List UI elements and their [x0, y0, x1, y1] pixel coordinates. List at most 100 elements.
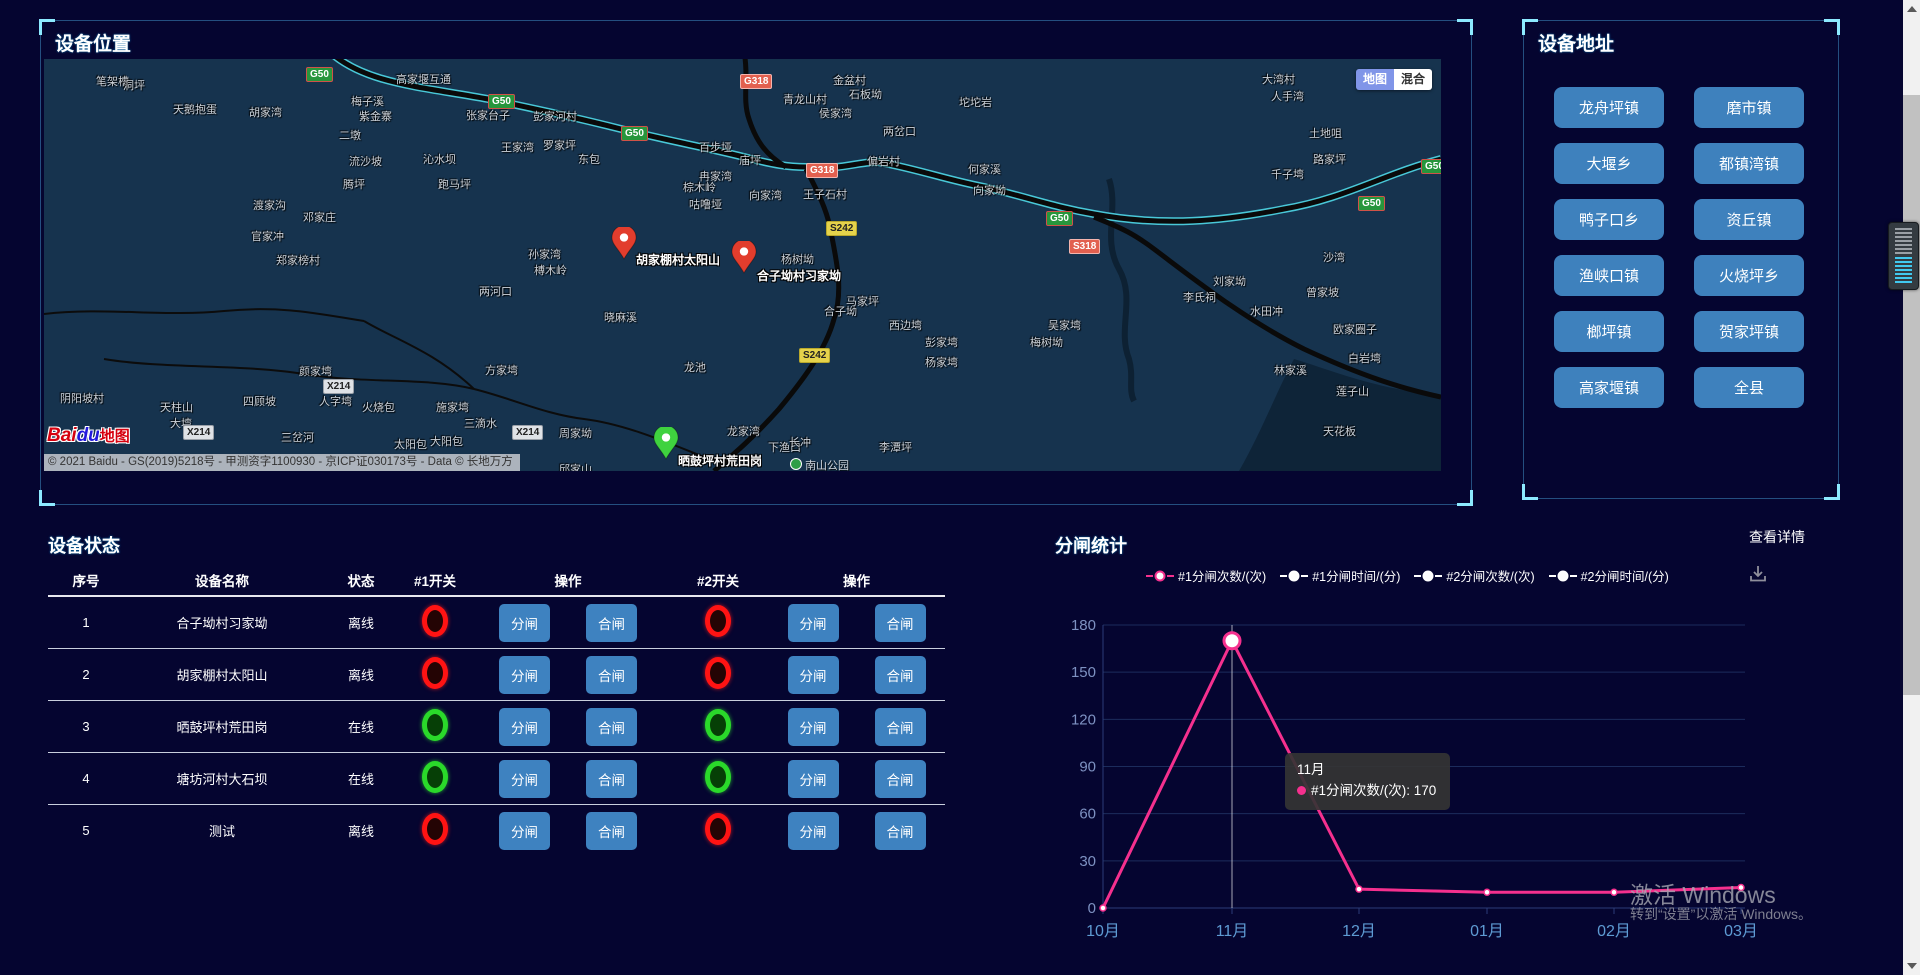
map-place-label: 胡家湾	[249, 104, 282, 120]
road-shield-G50: G50	[306, 67, 333, 82]
open-switch-button[interactable]: 分闸	[499, 812, 550, 850]
close-switch-button[interactable]: 合闸	[875, 812, 926, 850]
column-header: 序号	[48, 570, 124, 590]
open-switch-button[interactable]: 分闸	[788, 760, 839, 798]
map-place-label: 莲子山	[1336, 383, 1369, 399]
baidu-map[interactable]: 笔架槽洞坪天鹅抱蛋胡家湾高家堰互通梅子溪紫金寨二墩流沙坡沁水坝腾坪跑马坪渡家沟邓…	[44, 59, 1441, 471]
map-place-label: 三滴水	[464, 415, 497, 431]
map-place-label: 洞坪	[123, 77, 145, 93]
map-place-label: 天鹅抱蛋	[173, 101, 217, 117]
column-header: 状态	[320, 570, 402, 590]
scrollbar-down-arrow[interactable]	[1907, 963, 1917, 969]
map-place-label: 坨坨岩	[959, 94, 992, 110]
map-place-label: 李潭坪	[879, 439, 912, 455]
map-place-label: 东包	[578, 151, 600, 167]
close-switch-button[interactable]: 合闸	[875, 708, 926, 746]
map-place-label: 棕木岭	[683, 179, 716, 195]
road-shield-G50: G50	[488, 94, 515, 109]
address-button-都镇湾镇[interactable]: 都镇湾镇	[1694, 143, 1804, 184]
open-switch-button[interactable]: 分闸	[788, 708, 839, 746]
table-row: 1合子坳村习家坳离线分闸合闸分闸合闸	[48, 597, 945, 649]
close-switch-button[interactable]: 合闸	[875, 604, 926, 642]
map-place-label: 杨家塆	[925, 354, 958, 370]
map-place-label: 腾坪	[343, 176, 365, 192]
map-type-control: 地图混合	[1356, 69, 1432, 90]
address-button-资丘镇[interactable]: 资丘镇	[1694, 199, 1804, 240]
map-type-地图[interactable]: 地图	[1356, 69, 1394, 90]
close-switch-button[interactable]: 合闸	[875, 656, 926, 694]
svg-text:03月: 03月	[1724, 923, 1758, 940]
address-button-大堰乡[interactable]: 大堰乡	[1554, 143, 1664, 184]
road-shield-S242: S242	[826, 221, 857, 236]
windows-activation-watermark-sub: 转到“设置”以激活 Windows。	[1630, 904, 1812, 924]
svg-text:120: 120	[1071, 711, 1096, 728]
map-place-label: 人手湾	[1271, 88, 1304, 104]
switch-indicator-off	[422, 605, 448, 637]
svg-text:180: 180	[1071, 617, 1096, 634]
map-marker-label: 胡家棚村太阳山	[636, 251, 720, 268]
open-switch-button[interactable]: 分闸	[499, 656, 550, 694]
address-button-贺家坪镇[interactable]: 贺家坪镇	[1694, 311, 1804, 352]
map-place-label: 王子石村	[803, 186, 847, 202]
map-place-label: 白岩塆	[1348, 350, 1381, 366]
address-button-榔坪镇[interactable]: 榔坪镇	[1554, 311, 1664, 352]
device-name: 测试	[124, 821, 320, 840]
scrollbar-up-arrow[interactable]	[1907, 6, 1917, 12]
device-name: 合子坳村习家坳	[124, 613, 320, 632]
corner-decoration	[1824, 19, 1840, 35]
corner-decoration	[39, 490, 55, 506]
map-marker-pin[interactable]	[731, 241, 757, 275]
svg-text:11月: 11月	[1216, 923, 1249, 940]
address-button-龙舟坪镇[interactable]: 龙舟坪镇	[1554, 87, 1664, 128]
map-place-label: 高家堰互通	[396, 71, 451, 87]
switch-indicator-on	[705, 761, 731, 793]
map-place-label: 天柱山	[160, 399, 193, 415]
map-place-label: 张家台子	[466, 107, 510, 123]
map-place-label: 郑家榜村	[276, 252, 320, 268]
map-place-label: 邓家庄	[303, 209, 336, 225]
map-place-label: 三岔河	[281, 429, 314, 445]
scrollbar-thumb[interactable]	[1903, 95, 1920, 695]
open-switch-button[interactable]: 分闸	[499, 708, 550, 746]
column-header: 设备名称	[124, 570, 320, 590]
map-place-label: 龙家湾	[727, 423, 760, 439]
map-place-label: 施家塆	[436, 399, 469, 415]
view-details-link[interactable]: 查看详情	[1749, 527, 1805, 547]
row-index: 5	[48, 823, 124, 838]
open-switch-button[interactable]: 分闸	[788, 812, 839, 850]
map-place-label: 水田冲	[1250, 303, 1283, 319]
open-switch-button[interactable]: 分闸	[499, 760, 550, 798]
close-switch-button[interactable]: 合闸	[875, 760, 926, 798]
device-name: 晒鼓坪村荒田岗	[124, 717, 320, 736]
open-switch-button[interactable]: 分闸	[499, 604, 550, 642]
close-switch-button[interactable]: 合闸	[586, 604, 637, 642]
address-button-渔峡口镇[interactable]: 渔峡口镇	[1554, 255, 1664, 296]
close-switch-button[interactable]: 合闸	[586, 760, 637, 798]
tooltip-entry: #1分闸次数/(次): 170	[1297, 781, 1436, 802]
map-attribution: © 2021 Baidu - GS(2019)5218号 - 甲测资字11009…	[44, 454, 520, 471]
close-switch-button[interactable]: 合闸	[586, 656, 637, 694]
address-button-鸭子口乡[interactable]: 鸭子口乡	[1554, 199, 1664, 240]
address-button-全县[interactable]: 全县	[1694, 367, 1804, 408]
device-name: 胡家棚村太阳山	[124, 665, 320, 684]
road-shield-X214: X214	[512, 425, 543, 440]
device-status: 在线	[320, 717, 402, 736]
svg-text:60: 60	[1079, 806, 1096, 823]
open-switch-button[interactable]: 分闸	[788, 604, 839, 642]
address-button-火烧坪乡[interactable]: 火烧坪乡	[1694, 255, 1804, 296]
row-index: 4	[48, 771, 124, 786]
close-switch-button[interactable]: 合闸	[586, 708, 637, 746]
map-type-混合[interactable]: 混合	[1394, 69, 1432, 90]
map-place-label: 四顾坡	[243, 393, 276, 409]
map-place-label: 彭家塆	[925, 334, 958, 350]
map-place-label: 沁水坝	[423, 151, 456, 167]
map-marker-pin[interactable]	[653, 427, 679, 461]
address-button-磨市镇[interactable]: 磨市镇	[1694, 87, 1804, 128]
open-switch-button[interactable]: 分闸	[788, 656, 839, 694]
table-header: 序号设备名称状态#1开关操作#2开关操作	[48, 565, 945, 597]
map-marker-pin[interactable]	[611, 227, 637, 261]
close-switch-button[interactable]: 合闸	[586, 812, 637, 850]
series-dot-icon	[1297, 786, 1306, 795]
map-place-label: 李氏祠	[1183, 289, 1216, 305]
address-button-高家堰镇[interactable]: 高家堰镇	[1554, 367, 1664, 408]
